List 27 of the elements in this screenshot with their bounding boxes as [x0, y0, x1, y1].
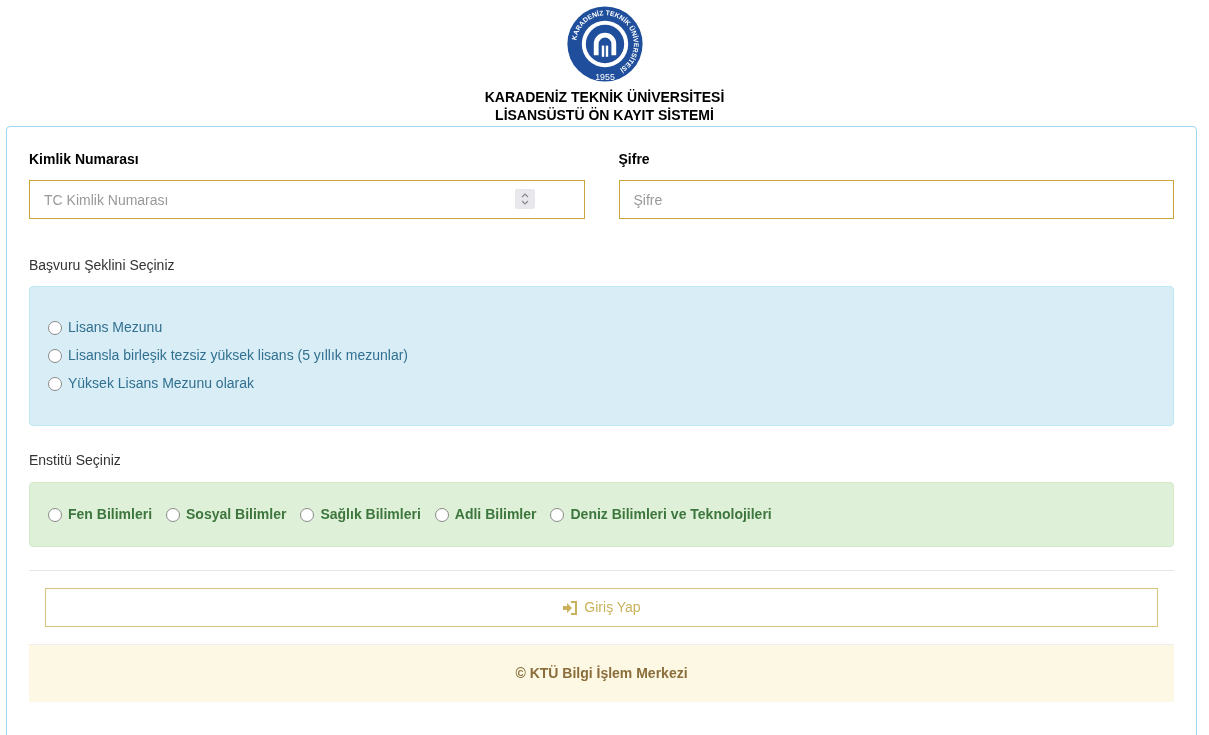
radio-option[interactable]: Sağlık Bilimleri — [300, 504, 421, 525]
radio-option[interactable]: Deniz Bilimleri ve Teknolojileri — [550, 504, 772, 525]
radio-option[interactable]: Lisans Mezunu — [48, 317, 1155, 338]
radio-button[interactable] — [166, 507, 181, 522]
radio-button[interactable] — [48, 320, 62, 335]
radio-button[interactable] — [550, 507, 565, 522]
radio-option[interactable]: Sosyal Bilimler — [166, 504, 287, 525]
field-label: Kimlik Numarası — [29, 150, 140, 169]
radio-button[interactable] — [48, 376, 62, 391]
radio-option[interactable]: Yüksek Lisans Mezunu olarak — [48, 373, 1155, 394]
spinner-icon[interactable] — [514, 189, 535, 209]
input-field[interactable]: TC Kimlik Numarası — [29, 180, 585, 219]
sign-in-icon — [562, 600, 579, 615]
radio-button[interactable] — [434, 507, 449, 522]
radio-option[interactable]: Fen Bilimleri — [48, 504, 153, 525]
radio-option[interactable]: Adli Bilimler — [434, 504, 537, 525]
section-label: Başvuru Şeklini Seçiniz — [29, 256, 176, 275]
section-label: Enstitü Seçiniz — [29, 451, 122, 470]
radio-option[interactable]: Lisansla birleşik tezsiz yüksek lisans (5 yıllık mezunlar) — [48, 345, 1155, 366]
university-title: KARADENİZ TEKNİK ÜNİVERSİTESİ — [484, 88, 725, 106]
field-label: Şifre — [618, 150, 651, 169]
footer-text: © KTÜ Bilgi İşlem Merkezi — [515, 664, 688, 683]
radio-button[interactable] — [48, 348, 62, 363]
system-title: LİSANSÜSTÜ ÖN KAYIT SİSTEMİ — [495, 106, 714, 124]
radio-button[interactable] — [48, 507, 62, 522]
input-field[interactable]: Şifre — [618, 180, 1174, 219]
radio-button[interactable] — [300, 507, 315, 522]
